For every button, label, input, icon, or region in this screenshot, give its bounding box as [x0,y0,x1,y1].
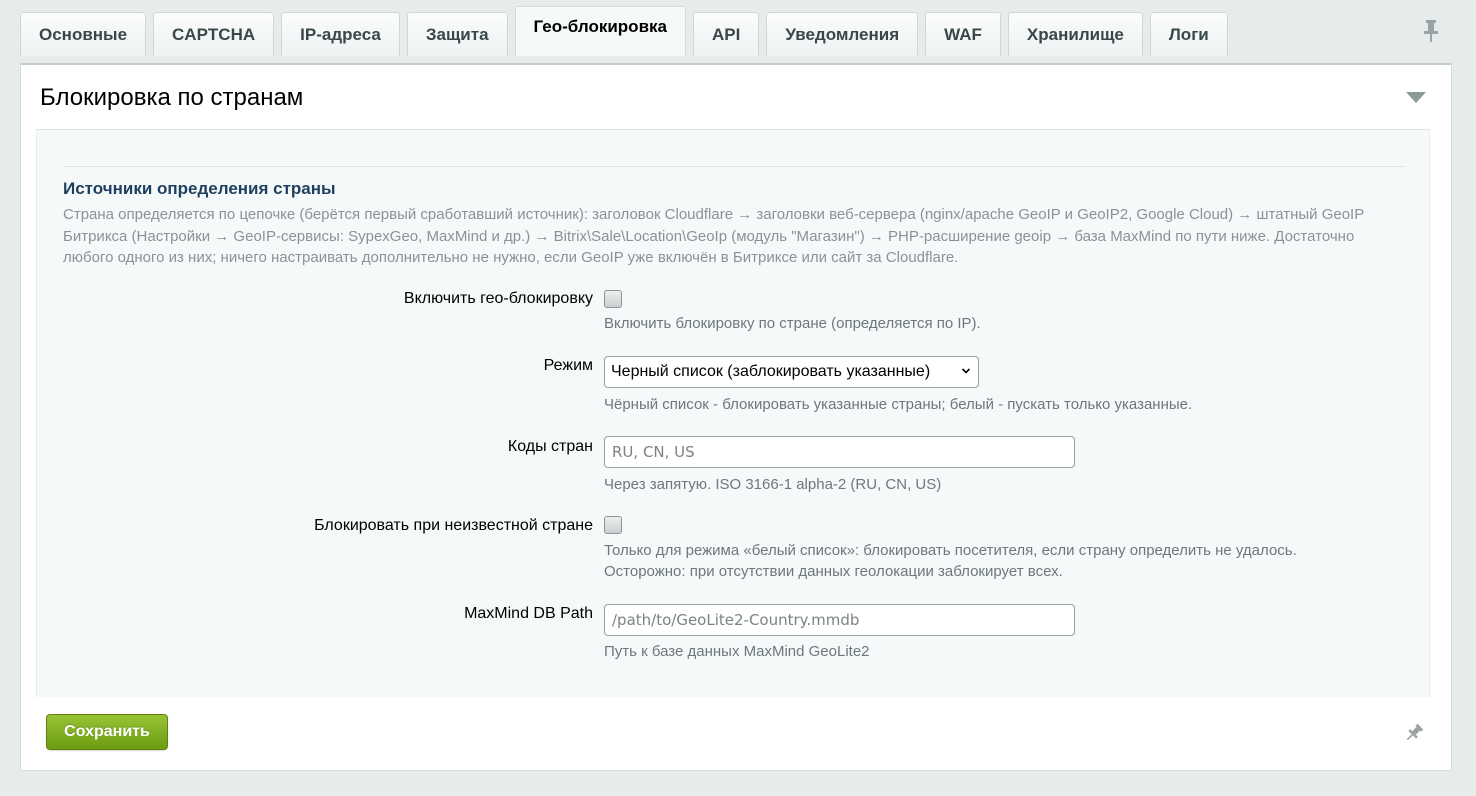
tab-notifications[interactable]: Уведомления [766,12,919,56]
maxmind-path-hint: Путь к базе данных MaxMind GeoLite2 [604,643,870,660]
mode-select[interactable]: Черный список (заблокировать указанные) [604,356,979,388]
block-unknown-label: Блокировать при неизвестной стране [314,517,593,534]
block-unknown-hint-2: Осторожно: при отсутствии данных геолока… [604,563,1063,580]
tab-ip-addresses[interactable]: IP-адреса [281,12,400,56]
pin-icon[interactable] [1403,722,1425,744]
country-codes-label: Коды стран [507,438,593,455]
country-codes-hint: Через запятую. ISO 3166-1 alpha-2 (RU, C… [604,476,942,493]
tab-main[interactable]: Основные [20,12,147,56]
panel-title: Блокировка по странам [40,84,304,111]
tab-captcha[interactable]: CAPTCHA [153,12,275,56]
enable-geo-checkbox[interactable] [604,290,622,308]
enable-geo-hint: Включить блокировку по стране (определяе… [604,315,981,332]
tab-geo-blocking[interactable]: Гео-блокировка [514,6,686,56]
maxmind-path-input[interactable] [604,604,1075,636]
mode-label: Режим [543,357,593,374]
block-unknown-hint-1: Только для режима «белый список»: блокир… [604,542,1297,559]
enable-geo-label: Включить гео-блокировку [403,290,593,307]
tab-bar: Основные CAPTCHA IP-адреса Защита Гео-бл… [20,6,1235,56]
mode-hint: Чёрный список - блокировать указанные ст… [604,396,1193,413]
chevron-down-icon [962,368,970,374]
tab-protection[interactable]: Защита [406,12,508,56]
section-description: Страна определяется по цепочке (берётся … [63,206,1364,266]
tab-logs[interactable]: Логи [1149,12,1228,56]
form-area: Источники определения страны Страна опре… [36,129,1430,697]
mode-select-value: Черный список (заблокировать указанные) [611,363,931,380]
collapse-arrow-icon[interactable] [1406,92,1426,103]
tab-api[interactable]: API [692,12,760,56]
settings-panel: Блокировка по странам Источники определе… [20,63,1452,771]
country-codes-input[interactable] [604,436,1075,468]
divider [63,166,1405,167]
section-heading: Источники определения страны [63,179,336,198]
save-button[interactable]: Сохранить [46,714,168,750]
tab-waf[interactable]: WAF [925,12,1001,56]
pin-icon[interactable] [1421,18,1441,44]
maxmind-path-label: MaxMind DB Path [464,605,593,622]
tab-storage[interactable]: Хранилище [1007,12,1143,56]
block-unknown-checkbox[interactable] [604,516,622,534]
